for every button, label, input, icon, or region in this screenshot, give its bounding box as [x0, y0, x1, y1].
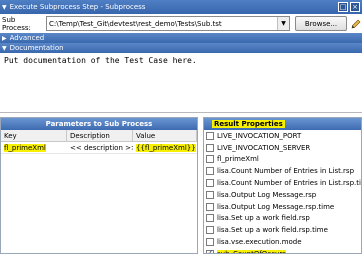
- parameters-panel-title: Parameters to Sub Process: [1, 118, 197, 130]
- param-value-cell[interactable]: {{fl_primeXml}}: [136, 143, 196, 152]
- column-header-key[interactable]: Key: [1, 130, 67, 141]
- column-header-value[interactable]: Value: [133, 130, 197, 141]
- browse-button[interactable]: Browse...: [295, 16, 347, 31]
- expand-triangle-icon[interactable]: ▶: [2, 35, 7, 42]
- collapse-triangle-icon[interactable]: ▼: [2, 45, 7, 52]
- checkbox[interactable]: [206, 226, 214, 235]
- chevron-down-icon[interactable]: ▼: [277, 17, 289, 30]
- result-property-label: LIVE_INVOCATION_SERVER: [217, 143, 311, 152]
- checkbox[interactable]: [206, 214, 214, 223]
- param-description-cell[interactable]: << description >>: [70, 144, 133, 152]
- step-title: Execute Subprocess Step - Subprocess: [9, 3, 146, 11]
- list-item[interactable]: fl_primeXml: [204, 154, 361, 166]
- documentation-section-header[interactable]: ▼ Documentation: [0, 43, 362, 53]
- subprocess-path-combo[interactable]: C:\Temp\Test_Git\devtest\rest_demo\Tests…: [46, 16, 290, 31]
- list-item[interactable]: lisa.Count Number of Entries in List.rsp…: [204, 177, 361, 189]
- advanced-section-header[interactable]: ▶ Advanced: [0, 33, 362, 43]
- checkbox[interactable]: [206, 238, 214, 247]
- list-item[interactable]: lisa.Output Log Message.rsp.time: [204, 201, 361, 213]
- result-property-label: sub_CountOfOccurs: [217, 249, 286, 253]
- advanced-label: Advanced: [9, 34, 45, 42]
- checkbox[interactable]: [206, 167, 214, 176]
- restore-button[interactable]: □: [338, 2, 348, 12]
- column-header-description[interactable]: Description: [67, 130, 133, 141]
- result-property-label: lisa.Count Number of Entries in List.rsp…: [217, 179, 362, 188]
- list-item[interactable]: lisa.Output Log Message.rsp: [204, 189, 361, 201]
- checkbox[interactable]: [206, 190, 214, 199]
- list-item[interactable]: lisa.Set up a work field.rsp: [204, 213, 361, 225]
- table-row[interactable]: fl_primeXml << description >> {{fl_prime…: [1, 142, 197, 154]
- result-property-label: fl_primeXml: [217, 155, 259, 164]
- param-key-cell[interactable]: fl_primeXml: [4, 143, 46, 152]
- result-properties-list: LIVE_INVOCATION_PORT LIVE_INVOCATION_SERV…: [204, 130, 361, 253]
- parameters-table-header: Key Description Value: [1, 130, 197, 142]
- result-property-label: lisa.Set up a work field.rsp: [217, 214, 310, 223]
- subprocess-row: Sub Process: C:\Temp\Test_Git\devtest\re…: [0, 14, 362, 33]
- parameters-panel: Parameters to Sub Process Key Descriptio…: [0, 117, 198, 254]
- checkbox[interactable]: ✓: [206, 249, 214, 253]
- result-property-label: LIVE_INVOCATION_PORT: [217, 131, 302, 140]
- checkbox[interactable]: [206, 143, 214, 152]
- pencil-icon[interactable]: [350, 16, 361, 31]
- checkbox[interactable]: [206, 202, 214, 211]
- step-titlebar[interactable]: ▼ Execute Subprocess Step - Subprocess □…: [0, 0, 362, 14]
- list-item[interactable]: lisa.vse.execution.mode: [204, 236, 361, 248]
- result-property-label: lisa.Output Log Message.rsp.time: [217, 202, 335, 211]
- collapse-triangle-icon[interactable]: ▼: [2, 4, 7, 11]
- documentation-label: Documentation: [9, 44, 64, 52]
- result-property-label: lisa.Output Log Message.rsp: [217, 190, 317, 199]
- list-item[interactable]: lisa.Count Number of Entries in List.rsp: [204, 165, 361, 177]
- result-properties-title: Result Properties: [212, 120, 285, 128]
- result-property-label: lisa.Set up a work field.rsp.time: [217, 226, 328, 235]
- documentation-textarea[interactable]: Put documentation of the Test Case here.: [0, 53, 362, 113]
- close-button[interactable]: ×: [350, 2, 360, 12]
- list-item[interactable]: lisa.Set up a work field.rsp.time: [204, 224, 361, 236]
- result-properties-title-bar: Result Properties: [204, 118, 361, 130]
- list-item[interactable]: LIVE_INVOCATION_PORT: [204, 130, 361, 142]
- result-properties-panel: Result Properties LIVE_INVOCATION_PORT LI…: [203, 117, 362, 254]
- checkbox[interactable]: [206, 179, 214, 188]
- list-item[interactable]: ✓ sub_CountOfOccurs: [204, 248, 361, 253]
- checkbox[interactable]: [206, 155, 214, 164]
- list-item[interactable]: LIVE_INVOCATION_SERVER: [204, 142, 361, 154]
- result-property-label: lisa.vse.execution.mode: [217, 238, 302, 247]
- result-property-label: lisa.Count Number of Entries in List.rsp: [217, 167, 355, 176]
- checkbox[interactable]: [206, 131, 214, 140]
- subprocess-path-value[interactable]: C:\Temp\Test_Git\devtest\rest_demo\Tests…: [47, 20, 277, 28]
- subprocess-label: Sub Process:: [2, 15, 31, 32]
